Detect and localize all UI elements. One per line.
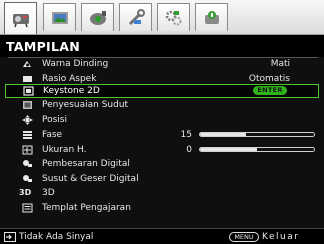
menu-item-label: Templat Pengajaran xyxy=(42,203,131,213)
menu-item-position[interactable]: Posisi xyxy=(4,113,320,127)
menu-item-label: Ukuran H. xyxy=(42,145,87,155)
tab-source[interactable] xyxy=(81,3,114,31)
corner-fit-icon xyxy=(23,101,32,109)
menu-item-label: Keystone 2D xyxy=(43,86,100,96)
menu-item-label: Fase xyxy=(42,130,63,140)
display-icon xyxy=(12,13,29,27)
menu-item-label: Penyesuaian Sudut xyxy=(42,100,129,110)
menu-item-corner-fit[interactable]: Penyesuaian Sudut xyxy=(4,98,320,112)
h-size-slider[interactable] xyxy=(199,147,315,152)
status-bar: Tidak Ada Sinyal MENU Keluar xyxy=(0,228,324,244)
menu-item-keystone-2d[interactable]: Keystone 2D ENTER xyxy=(5,84,319,98)
h-size-icon xyxy=(22,145,33,155)
tab-system-setup[interactable] xyxy=(119,3,152,31)
3d-icon: 3D xyxy=(19,188,32,197)
enter-badge: ENTER xyxy=(253,86,287,95)
tab-bar xyxy=(0,0,324,35)
position-icon xyxy=(22,115,33,125)
slider-value: 15 xyxy=(180,130,192,140)
menu-item-label: 3D xyxy=(42,188,55,198)
information-icon xyxy=(204,10,219,24)
phase-slider[interactable] xyxy=(199,132,315,137)
menu-item-label: Pembesaran Digital xyxy=(42,159,130,169)
menu-item-digital-zoom[interactable]: Pembesaran Digital xyxy=(4,157,320,171)
menu-item-teaching-template[interactable]: Templat Pengajaran xyxy=(4,201,320,215)
tab-advanced[interactable] xyxy=(157,3,190,31)
system-setup-icon xyxy=(128,8,145,25)
picture-icon xyxy=(51,11,68,24)
menu-item-phase[interactable]: Fase 15 xyxy=(4,128,320,142)
aspect-ratio-icon xyxy=(23,76,32,82)
tab-picture[interactable] xyxy=(43,3,76,31)
slider-fill xyxy=(200,133,246,136)
input-source-icon xyxy=(4,232,16,242)
menu-item-label: Susut & Geser Digital xyxy=(42,174,139,184)
advanced-icon xyxy=(165,10,181,25)
menu-item-value: Mati xyxy=(270,59,290,69)
teaching-template-icon xyxy=(22,203,33,213)
phase-icon xyxy=(23,131,32,139)
menu-header: TAMPILAN xyxy=(0,35,324,57)
osd-menu: TAMPILAN Warna Dinding Mati Rasio Aspek … xyxy=(0,0,324,244)
menu-item-h-size[interactable]: Ukuran H. 0 xyxy=(4,143,320,157)
digital-shrink-shift-icon xyxy=(23,175,32,182)
slider-value: 0 xyxy=(186,145,192,155)
source-status-text: Tidak Ada Sinyal xyxy=(19,232,94,242)
exit-label: Keluar xyxy=(262,232,300,242)
menu-item-digital-shrink-shift[interactable]: Susut & Geser Digital xyxy=(4,172,320,186)
source-icon xyxy=(89,10,106,25)
slider-fill xyxy=(200,148,257,151)
keystone-icon xyxy=(23,86,34,96)
page-title: TAMPILAN xyxy=(6,38,80,54)
menu-item-3d[interactable]: 3D 3D xyxy=(4,186,320,200)
menu-item-wall-color[interactable]: Warna Dinding Mati xyxy=(4,57,320,71)
menu-item-label: Warna Dinding xyxy=(42,59,109,69)
menu-item-label: Posisi xyxy=(42,115,67,125)
menu-button[interactable]: MENU xyxy=(229,232,259,242)
wall-color-icon xyxy=(23,61,31,67)
tab-display[interactable] xyxy=(4,2,37,34)
tab-information[interactable] xyxy=(195,3,228,31)
digital-zoom-icon xyxy=(23,160,32,167)
